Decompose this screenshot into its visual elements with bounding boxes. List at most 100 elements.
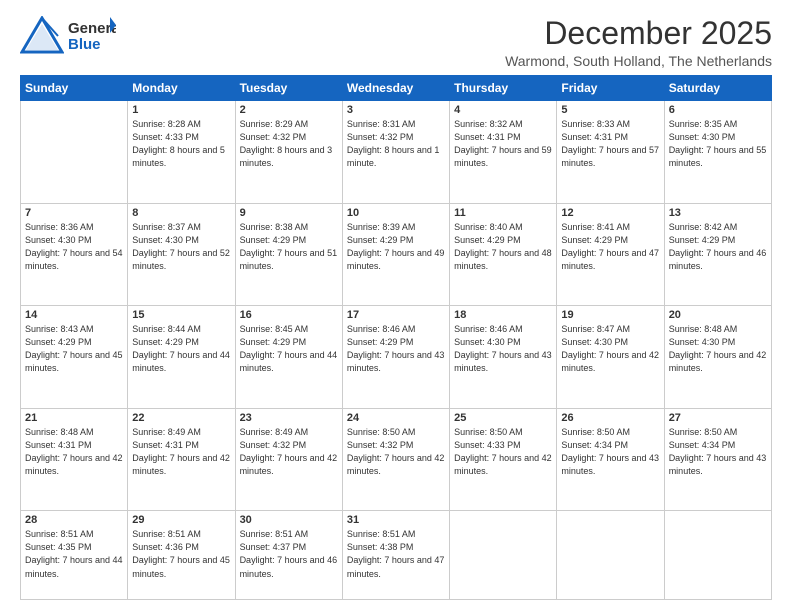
sunset-text: Sunset: 4:31 PM bbox=[132, 440, 199, 450]
table-row: 25 Sunrise: 8:50 AM Sunset: 4:33 PM Dayl… bbox=[450, 408, 557, 511]
day-info: Sunrise: 8:50 AM Sunset: 4:33 PM Dayligh… bbox=[454, 426, 552, 478]
daylight-text: Daylight: 7 hours and 43 minutes. bbox=[669, 453, 767, 476]
sunrise-text: Sunrise: 8:49 AM bbox=[132, 427, 201, 437]
sunset-text: Sunset: 4:33 PM bbox=[454, 440, 521, 450]
sunset-text: Sunset: 4:34 PM bbox=[561, 440, 628, 450]
sunset-text: Sunset: 4:29 PM bbox=[240, 235, 307, 245]
table-row: 13 Sunrise: 8:42 AM Sunset: 4:29 PM Dayl… bbox=[664, 203, 771, 306]
day-number: 12 bbox=[561, 207, 659, 219]
daylight-text: Daylight: 7 hours and 54 minutes. bbox=[25, 248, 123, 271]
table-row: 9 Sunrise: 8:38 AM Sunset: 4:29 PM Dayli… bbox=[235, 203, 342, 306]
table-row: 20 Sunrise: 8:48 AM Sunset: 4:30 PM Dayl… bbox=[664, 306, 771, 409]
day-number: 24 bbox=[347, 412, 445, 424]
table-row: 6 Sunrise: 8:35 AM Sunset: 4:30 PM Dayli… bbox=[664, 101, 771, 204]
svg-text:General: General bbox=[68, 20, 116, 37]
sunset-text: Sunset: 4:38 PM bbox=[347, 542, 414, 552]
day-number: 20 bbox=[669, 309, 767, 321]
logo-graphic: General Blue bbox=[68, 17, 116, 53]
logo-icon bbox=[20, 16, 64, 54]
day-number: 10 bbox=[347, 207, 445, 219]
day-number: 23 bbox=[240, 412, 338, 424]
sunrise-text: Sunrise: 8:32 AM bbox=[454, 119, 523, 129]
table-row: 21 Sunrise: 8:48 AM Sunset: 4:31 PM Dayl… bbox=[21, 408, 128, 511]
table-row: 26 Sunrise: 8:50 AM Sunset: 4:34 PM Dayl… bbox=[557, 408, 664, 511]
table-row: 27 Sunrise: 8:50 AM Sunset: 4:34 PM Dayl… bbox=[664, 408, 771, 511]
day-info: Sunrise: 8:45 AM Sunset: 4:29 PM Dayligh… bbox=[240, 323, 338, 375]
day-info: Sunrise: 8:46 AM Sunset: 4:29 PM Dayligh… bbox=[347, 323, 445, 375]
daylight-text: Daylight: 7 hours and 46 minutes. bbox=[669, 248, 767, 271]
day-number: 3 bbox=[347, 104, 445, 116]
table-row: 4 Sunrise: 8:32 AM Sunset: 4:31 PM Dayli… bbox=[450, 101, 557, 204]
table-row: 23 Sunrise: 8:49 AM Sunset: 4:32 PM Dayl… bbox=[235, 408, 342, 511]
day-info: Sunrise: 8:49 AM Sunset: 4:32 PM Dayligh… bbox=[240, 426, 338, 478]
day-info: Sunrise: 8:41 AM Sunset: 4:29 PM Dayligh… bbox=[561, 221, 659, 273]
day-number: 5 bbox=[561, 104, 659, 116]
day-info: Sunrise: 8:49 AM Sunset: 4:31 PM Dayligh… bbox=[132, 426, 230, 478]
sunrise-text: Sunrise: 8:28 AM bbox=[132, 119, 201, 129]
table-row: 8 Sunrise: 8:37 AM Sunset: 4:30 PM Dayli… bbox=[128, 203, 235, 306]
day-number: 11 bbox=[454, 207, 552, 219]
day-number: 22 bbox=[132, 412, 230, 424]
sunrise-text: Sunrise: 8:51 AM bbox=[240, 529, 309, 539]
day-info: Sunrise: 8:39 AM Sunset: 4:29 PM Dayligh… bbox=[347, 221, 445, 273]
day-info: Sunrise: 8:37 AM Sunset: 4:30 PM Dayligh… bbox=[132, 221, 230, 273]
sunrise-text: Sunrise: 8:35 AM bbox=[669, 119, 738, 129]
day-info: Sunrise: 8:50 AM Sunset: 4:34 PM Dayligh… bbox=[669, 426, 767, 478]
daylight-text: Daylight: 7 hours and 43 minutes. bbox=[561, 453, 659, 476]
day-number: 13 bbox=[669, 207, 767, 219]
col-sunday: Sunday bbox=[21, 76, 128, 101]
sunset-text: Sunset: 4:29 PM bbox=[669, 235, 736, 245]
title-block: December 2025 Warmond, South Holland, Th… bbox=[505, 16, 772, 69]
sunset-text: Sunset: 4:31 PM bbox=[25, 440, 92, 450]
day-number: 15 bbox=[132, 309, 230, 321]
col-thursday: Thursday bbox=[450, 76, 557, 101]
sunset-text: Sunset: 4:36 PM bbox=[132, 542, 199, 552]
sunset-text: Sunset: 4:33 PM bbox=[132, 132, 199, 142]
col-monday: Monday bbox=[128, 76, 235, 101]
daylight-text: Daylight: 7 hours and 55 minutes. bbox=[669, 145, 767, 168]
day-number: 6 bbox=[669, 104, 767, 116]
daylight-text: Daylight: 7 hours and 43 minutes. bbox=[454, 350, 552, 373]
svg-text:Blue: Blue bbox=[68, 36, 101, 53]
sunrise-text: Sunrise: 8:46 AM bbox=[454, 324, 523, 334]
sunset-text: Sunset: 4:30 PM bbox=[669, 132, 736, 142]
daylight-text: Daylight: 7 hours and 46 minutes. bbox=[240, 555, 338, 578]
sunset-text: Sunset: 4:31 PM bbox=[454, 132, 521, 142]
day-info: Sunrise: 8:38 AM Sunset: 4:29 PM Dayligh… bbox=[240, 221, 338, 273]
sunset-text: Sunset: 4:35 PM bbox=[25, 542, 92, 552]
daylight-text: Daylight: 7 hours and 43 minutes. bbox=[347, 350, 445, 373]
table-row: 31 Sunrise: 8:51 AM Sunset: 4:38 PM Dayl… bbox=[342, 511, 449, 600]
sunrise-text: Sunrise: 8:50 AM bbox=[669, 427, 738, 437]
sunrise-text: Sunrise: 8:51 AM bbox=[347, 529, 416, 539]
day-number: 19 bbox=[561, 309, 659, 321]
sunset-text: Sunset: 4:31 PM bbox=[561, 132, 628, 142]
daylight-text: Daylight: 7 hours and 47 minutes. bbox=[347, 555, 445, 578]
daylight-text: Daylight: 7 hours and 52 minutes. bbox=[132, 248, 230, 271]
sunset-text: Sunset: 4:29 PM bbox=[132, 337, 199, 347]
daylight-text: Daylight: 8 hours and 5 minutes. bbox=[132, 145, 225, 168]
sunrise-text: Sunrise: 8:29 AM bbox=[240, 119, 309, 129]
sunrise-text: Sunrise: 8:49 AM bbox=[240, 427, 309, 437]
table-row: 28 Sunrise: 8:51 AM Sunset: 4:35 PM Dayl… bbox=[21, 511, 128, 600]
table-row: 15 Sunrise: 8:44 AM Sunset: 4:29 PM Dayl… bbox=[128, 306, 235, 409]
table-row bbox=[21, 101, 128, 204]
daylight-text: Daylight: 7 hours and 42 minutes. bbox=[454, 453, 552, 476]
table-row: 5 Sunrise: 8:33 AM Sunset: 4:31 PM Dayli… bbox=[557, 101, 664, 204]
table-row: 22 Sunrise: 8:49 AM Sunset: 4:31 PM Dayl… bbox=[128, 408, 235, 511]
table-row bbox=[557, 511, 664, 600]
day-number: 28 bbox=[25, 514, 123, 526]
day-info: Sunrise: 8:51 AM Sunset: 4:35 PM Dayligh… bbox=[25, 528, 123, 580]
sunrise-text: Sunrise: 8:45 AM bbox=[240, 324, 309, 334]
day-info: Sunrise: 8:29 AM Sunset: 4:32 PM Dayligh… bbox=[240, 118, 338, 170]
calendar-week-row: 7 Sunrise: 8:36 AM Sunset: 4:30 PM Dayli… bbox=[21, 203, 772, 306]
day-info: Sunrise: 8:28 AM Sunset: 4:33 PM Dayligh… bbox=[132, 118, 230, 170]
sunset-text: Sunset: 4:30 PM bbox=[132, 235, 199, 245]
daylight-text: Daylight: 7 hours and 48 minutes. bbox=[454, 248, 552, 271]
daylight-text: Daylight: 7 hours and 45 minutes. bbox=[132, 555, 230, 578]
day-number: 26 bbox=[561, 412, 659, 424]
sunrise-text: Sunrise: 8:39 AM bbox=[347, 222, 416, 232]
sunset-text: Sunset: 4:30 PM bbox=[25, 235, 92, 245]
col-wednesday: Wednesday bbox=[342, 76, 449, 101]
sunset-text: Sunset: 4:30 PM bbox=[669, 337, 736, 347]
day-info: Sunrise: 8:48 AM Sunset: 4:31 PM Dayligh… bbox=[25, 426, 123, 478]
